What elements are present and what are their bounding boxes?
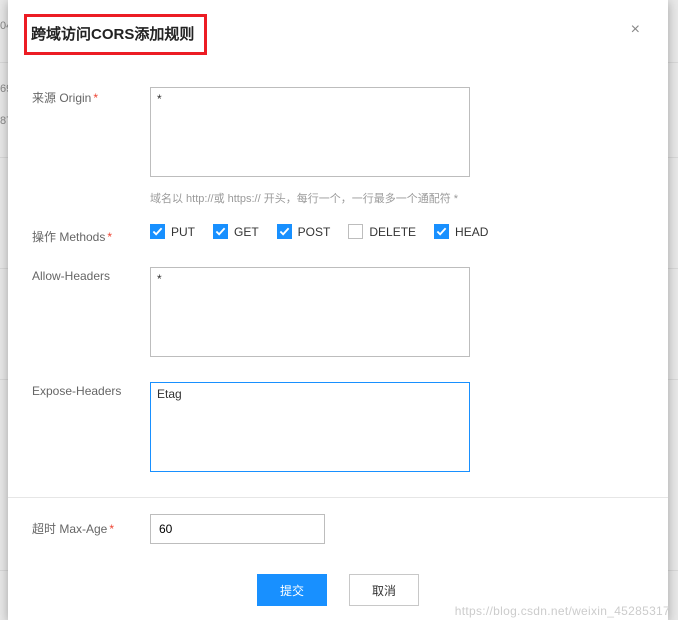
checkbox-icon — [150, 224, 165, 239]
max-age-label: 超时 Max-Age* — [32, 514, 150, 544]
dialog-title: 跨域访问CORS添加规则 — [31, 23, 194, 44]
method-label: GET — [234, 225, 259, 239]
dialog-footer: 提交 取消 — [32, 574, 644, 606]
checkbox-icon — [277, 224, 292, 239]
allow-headers-input[interactable] — [150, 267, 470, 357]
origin-hint: 域名以 http://或 https:// 开头，每行一个，一行最多一个通配符 … — [150, 190, 644, 206]
method-checkbox-delete[interactable]: DELETE — [348, 224, 416, 239]
method-checkbox-head[interactable]: HEAD — [434, 224, 488, 239]
method-checkbox-get[interactable]: GET — [213, 224, 259, 239]
method-label: PUT — [171, 225, 195, 239]
cors-form: 来源 Origin* 域名以 http://或 https:// 开头，每行一个… — [32, 87, 644, 568]
divider — [8, 497, 668, 498]
dialog-header: 跨域访问CORS添加规则 × — [32, 22, 644, 55]
cancel-button[interactable]: 取消 — [349, 574, 419, 606]
origin-label: 来源 Origin* — [32, 87, 150, 218]
checkbox-icon — [434, 224, 449, 239]
close-icon[interactable]: × — [627, 22, 644, 38]
methods-label: 操作 Methods* — [32, 222, 150, 245]
method-label: POST — [298, 225, 331, 239]
method-label: HEAD — [455, 225, 488, 239]
origin-input[interactable] — [150, 87, 470, 177]
expose-headers-label: Expose-Headers — [32, 382, 150, 475]
submit-button[interactable]: 提交 — [257, 574, 327, 606]
expose-headers-input[interactable] — [150, 382, 470, 472]
title-highlight-box: 跨域访问CORS添加规则 — [24, 14, 207, 55]
checkbox-icon — [348, 224, 363, 239]
checkbox-icon — [213, 224, 228, 239]
max-age-input[interactable] — [150, 514, 325, 544]
method-checkbox-put[interactable]: PUT — [150, 224, 195, 239]
method-label: DELETE — [369, 225, 416, 239]
cors-rule-dialog: 跨域访问CORS添加规则 × 来源 Origin* 域名以 http://或 h… — [8, 0, 668, 620]
methods-group: PUT GET POST DELETE HEAD — [150, 222, 644, 239]
method-checkbox-post[interactable]: POST — [277, 224, 331, 239]
allow-headers-label: Allow-Headers — [32, 267, 150, 360]
